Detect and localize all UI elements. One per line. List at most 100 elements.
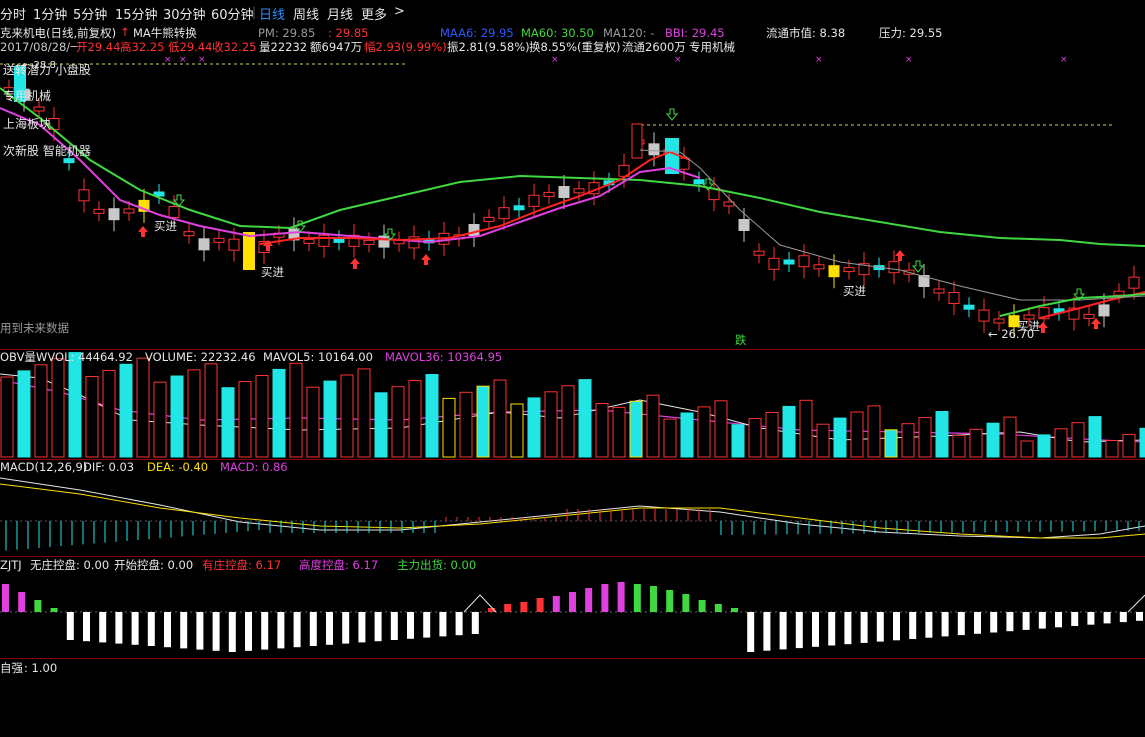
volume-bar — [731, 424, 745, 458]
zjtj-bar — [471, 612, 479, 634]
candle-body — [993, 318, 1005, 324]
low-price-label: ← 26.70 — [988, 327, 1035, 341]
candle-body — [843, 267, 855, 273]
tag-new-stock-robot[interactable]: 次新股 智能机器 — [3, 145, 91, 158]
pressure-value: 压力: 29.55 — [879, 26, 943, 40]
tab-15min[interactable]: 15分钟 — [115, 4, 158, 23]
period-toolbar: 分时 1分钟 5分钟 15分钟 30分钟 60分钟 | 日线 周线 月线 更多 … — [0, 0, 1145, 24]
zjtj-bar — [228, 612, 236, 652]
zjtj-bar — [795, 612, 803, 649]
candle-body — [513, 205, 525, 211]
zjtj-bar — [990, 612, 998, 633]
tab-intraday[interactable]: 分时 — [0, 4, 26, 23]
zjtj-bar — [1006, 612, 1014, 632]
zjtj-bar — [212, 612, 220, 651]
zjtj-bar — [925, 612, 933, 638]
zjtj-bar — [763, 612, 771, 651]
candle-body — [198, 238, 210, 251]
volume-bar — [697, 406, 711, 458]
strength-panel-name: 自强 — [0, 661, 23, 675]
volume-bar — [952, 434, 966, 458]
quote-amplitude: 振2.81(9.58%) — [447, 40, 530, 54]
zjtj-bar — [601, 584, 609, 612]
zjtj-bar — [552, 596, 560, 612]
volume-bar — [1037, 434, 1051, 458]
zjtj-bar — [164, 612, 171, 648]
candle-body — [558, 186, 570, 198]
zjtj-bar — [1071, 612, 1079, 626]
zjtj-bar — [2, 584, 9, 612]
zjtj-bar — [196, 612, 204, 650]
volume-bar — [17, 370, 31, 458]
quote-turnover: 换8.55%(重复权) — [529, 40, 621, 54]
tab-more[interactable]: 更多 — [361, 4, 387, 23]
volume-bar — [34, 364, 48, 458]
tab-monthly[interactable]: 月线 — [327, 4, 353, 23]
volume-bar — [527, 397, 541, 458]
zjtj-bar — [1103, 612, 1111, 624]
quote-date: 2017/08/28/一 — [0, 40, 82, 54]
volume-bar — [493, 379, 507, 458]
volume-bar — [1088, 416, 1102, 458]
quote-amount: 额6947万 — [310, 40, 363, 54]
maa6-value: MAA6: 29.95 — [440, 26, 514, 40]
candle-body — [363, 239, 375, 245]
float-market-cap: 流通市值: 8.38 — [766, 26, 846, 40]
future-data-note: 用到未来数据 — [0, 321, 69, 335]
kline-chart[interactable]: × × × × × × × × — [0, 24, 1145, 737]
volume-bar — [595, 403, 609, 458]
volume-bar — [782, 405, 796, 458]
tab-5min[interactable]: 5分钟 — [73, 4, 107, 23]
volume-bar — [714, 400, 728, 458]
volume-bar — [1020, 440, 1034, 458]
volume-bar — [833, 417, 847, 458]
zjtj-bar — [682, 594, 690, 612]
candle-body — [318, 234, 330, 247]
volume-bar — [544, 391, 558, 458]
volume-bar — [1054, 428, 1068, 458]
zjtj-bar — [666, 590, 674, 612]
zjtj-bar — [455, 612, 463, 636]
volume-bar — [255, 375, 269, 458]
candle-body — [78, 189, 90, 202]
tag-shanghai[interactable]: 上海板块 — [3, 118, 51, 131]
volume-bar — [612, 406, 626, 458]
zjtj-has-control: 有庄控盘: 6.17 — [202, 558, 282, 572]
zjtj-bar — [245, 612, 252, 651]
volume-bar — [748, 418, 762, 458]
tab-60min[interactable]: 60分钟 — [211, 4, 254, 23]
tab-daily[interactable]: 日线 — [259, 4, 285, 23]
tab-1min[interactable]: 1分钟 — [33, 4, 67, 23]
volume-bar — [408, 380, 422, 458]
volume-bar — [1122, 433, 1136, 458]
tab-weekly[interactable]: 周线 — [293, 4, 319, 23]
candle-body — [483, 216, 495, 222]
volume-bar — [238, 381, 252, 458]
volume-bar — [85, 376, 99, 458]
zjtj-bar — [536, 598, 544, 612]
candle-body — [33, 106, 45, 112]
cross-mark-icon: × — [815, 55, 823, 65]
quote-industry: 专用机械 — [689, 40, 735, 54]
zjtj-bar — [50, 608, 58, 612]
more-chevron-icon[interactable]: > — [394, 4, 405, 19]
volume-bar — [374, 392, 388, 458]
candle-body — [528, 194, 540, 207]
zjtj-bar — [844, 612, 852, 645]
candle-body — [963, 304, 975, 310]
zjtj-high-control: 高度控盘: 6.17 — [299, 558, 379, 572]
zjtj-bar — [99, 612, 107, 643]
zjtj-bar — [326, 612, 333, 645]
candle-body — [228, 238, 240, 251]
buy-label-2: 买进 — [261, 265, 284, 279]
buy-label-3: 买进 — [843, 284, 866, 298]
zjtj-main-selling: 主力出货: 0.00 — [397, 558, 477, 572]
zjtj-bar — [261, 612, 269, 650]
obv-panel-name: OBV量 — [0, 350, 36, 364]
tab-30min[interactable]: 30分钟 — [163, 4, 206, 23]
tag-industry[interactable]: 专用机械 — [3, 90, 51, 103]
obv-wvol: WVOL: 44464.92 — [36, 350, 133, 364]
zjtj-bar — [650, 586, 657, 612]
candle-body — [631, 123, 643, 159]
zjtj-no-control: 无庄控盘: 0.00 — [30, 558, 110, 572]
